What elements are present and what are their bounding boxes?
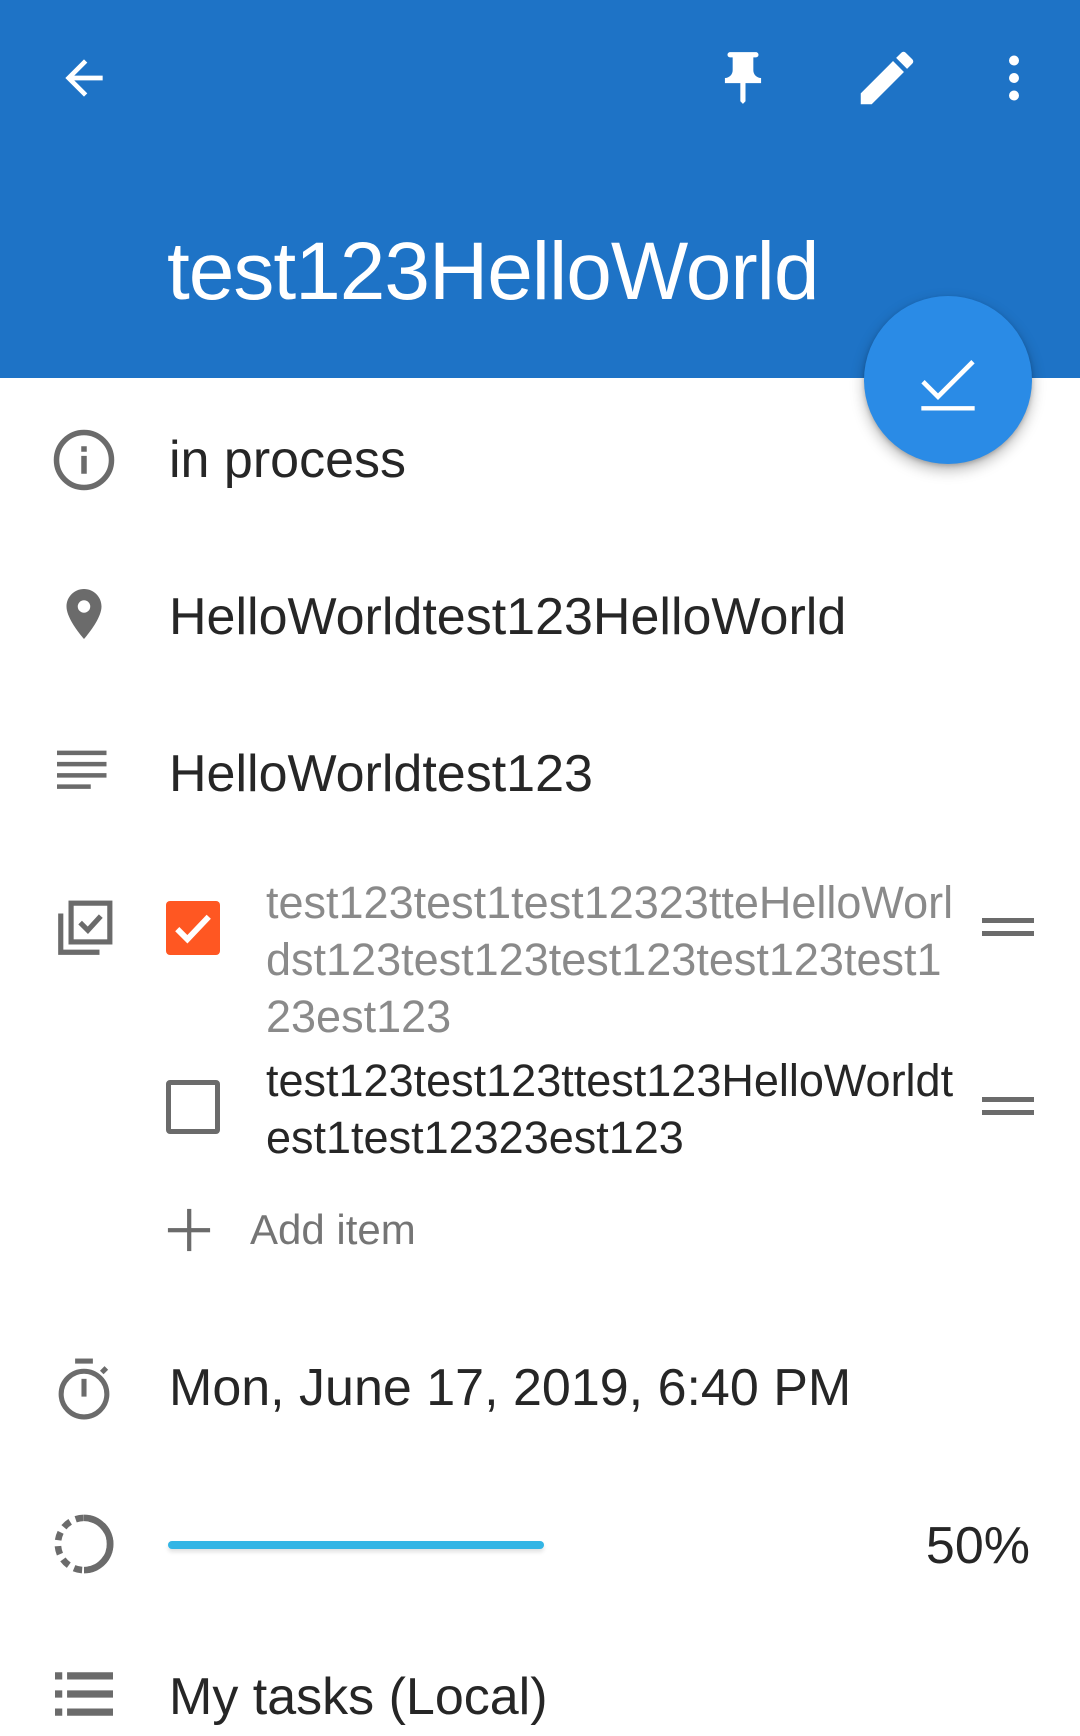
- location-pin-icon: [42, 572, 126, 656]
- checklist-icon: [42, 887, 126, 971]
- add-checklist-item-button[interactable]: Add item: [166, 1200, 416, 1260]
- checklist-item-text[interactable]: test123test1test12323tteHelloWorldst123t…: [266, 874, 956, 1045]
- pencil-icon: [860, 51, 914, 105]
- more-options-button[interactable]: [966, 30, 1062, 126]
- description-text[interactable]: HelloWorldtest123: [169, 742, 593, 806]
- stopwatch-icon: [42, 1347, 126, 1431]
- drag-handle-icon[interactable]: [982, 1097, 1034, 1117]
- drag-handle-icon[interactable]: [982, 918, 1034, 938]
- checklist-item-checkbox-checked[interactable]: [166, 901, 220, 955]
- progress-fill: [168, 1541, 544, 1549]
- task-title: test123HelloWorld: [167, 226, 819, 317]
- complete-task-fab[interactable]: [864, 296, 1032, 464]
- pin-button[interactable]: [695, 30, 791, 126]
- task-list-name[interactable]: My tasks (Local): [169, 1665, 548, 1729]
- check-icon: [921, 360, 975, 411]
- back-button[interactable]: [36, 30, 132, 126]
- checkmark-icon: [175, 914, 211, 944]
- add-item-label: Add item: [250, 1206, 416, 1253]
- progress-slider[interactable]: [168, 1541, 544, 1549]
- checklist-item-checkbox-unchecked[interactable]: [166, 1080, 220, 1134]
- edit-button[interactable]: [839, 30, 935, 126]
- list-icon: [42, 1652, 126, 1736]
- location-text[interactable]: HelloWorldtest123HelloWorld: [169, 585, 846, 649]
- arrow-back-icon: [65, 59, 103, 97]
- checklist-item-text[interactable]: test123test123ttest123HelloWorldtest1tes…: [266, 1052, 956, 1166]
- progress-percent: 50%: [925, 1517, 1030, 1575]
- plus-icon: [167, 1208, 211, 1252]
- pin-icon: [724, 52, 762, 104]
- more-vert-icon: [1009, 55, 1019, 101]
- due-date-text[interactable]: Mon, June 17, 2019, 6:40 PM: [169, 1356, 851, 1420]
- notes-icon: [42, 730, 126, 814]
- progress-icon: [42, 1502, 126, 1586]
- status-text[interactable]: in process: [169, 428, 406, 492]
- info-icon: [42, 418, 126, 502]
